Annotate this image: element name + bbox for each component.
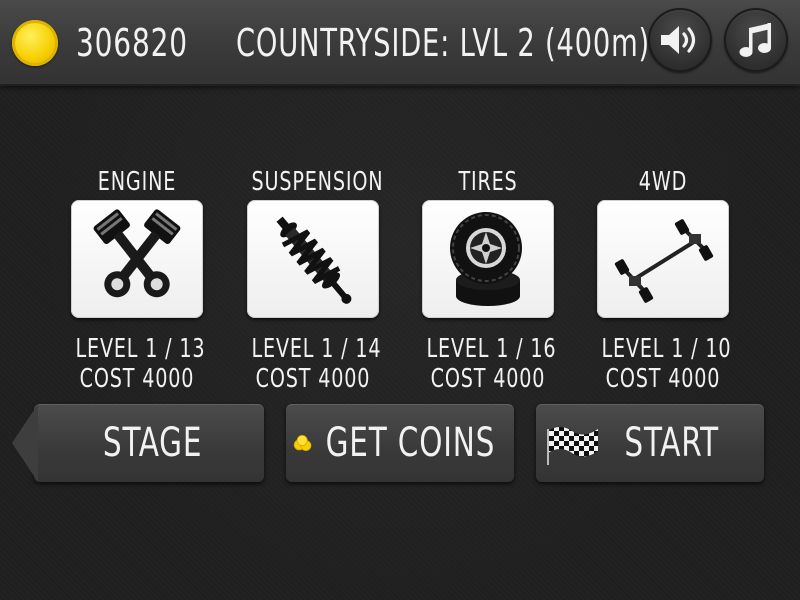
upgrade-cost: COST 4000 bbox=[605, 364, 721, 394]
coin-balance: 306820 bbox=[76, 21, 188, 65]
upgrade-4wd-card[interactable] bbox=[597, 200, 729, 318]
start-button-label: START bbox=[624, 420, 720, 466]
music-note-icon bbox=[739, 23, 771, 57]
coin-icon bbox=[12, 20, 58, 66]
stage-button[interactable]: STAGE bbox=[12, 404, 264, 482]
stage-button-label: STAGE bbox=[103, 420, 203, 466]
upgrade-level: LEVEL 1 / 14 bbox=[251, 334, 382, 364]
start-button[interactable]: START bbox=[536, 404, 764, 482]
engine-pistons-icon bbox=[93, 209, 181, 298]
upgrade-tires[interactable]: TIRES LEVEL 1 / 16 COST 4000 bbox=[413, 166, 563, 394]
back-arrow-icon bbox=[12, 404, 38, 482]
get-coins-button-label: GET COINS bbox=[325, 420, 496, 466]
sound-toggle-button[interactable] bbox=[648, 8, 712, 72]
suspension-spring-icon bbox=[276, 216, 352, 304]
upgrade-tires-card[interactable] bbox=[422, 200, 554, 318]
get-coins-button[interactable]: GET COINS bbox=[286, 404, 514, 482]
upgrade-name: SUSPENSION bbox=[251, 167, 384, 197]
4wd-axle-icon bbox=[614, 219, 714, 303]
upgrade-engine-card[interactable] bbox=[71, 200, 203, 318]
upgrade-name: TIRES bbox=[458, 167, 518, 197]
upgrade-cost: COST 4000 bbox=[430, 364, 546, 394]
upgrade-suspension[interactable]: SUSPENSION LEVEL 1 / 14 COST 4000 bbox=[238, 166, 388, 394]
upgrade-cost: COST 4000 bbox=[255, 364, 371, 394]
coin-stack-icon bbox=[293, 434, 312, 452]
music-toggle-button[interactable] bbox=[724, 8, 788, 72]
level-title: COUNTRYSIDE: LVL 2 (400m) bbox=[236, 21, 650, 65]
upgrade-engine[interactable]: ENGINE LEVEL 1 / 13 COST 4000 bbox=[62, 166, 212, 394]
checkered-flag-icon bbox=[547, 427, 598, 465]
upgrade-level: LEVEL 1 / 13 bbox=[75, 334, 206, 364]
top-bar: 306820 COUNTRYSIDE: LVL 2 (400m) bbox=[0, 0, 800, 86]
upgrade-name: 4WD bbox=[638, 167, 688, 197]
tires-icon bbox=[450, 212, 522, 306]
upgrade-cost: COST 4000 bbox=[79, 364, 195, 394]
upgrade-suspension-card[interactable] bbox=[247, 200, 379, 318]
upgrade-name: ENGINE bbox=[97, 167, 177, 197]
speaker-icon bbox=[661, 26, 696, 54]
upgrade-4wd[interactable]: 4WD LEVEL 1 / 10 COST 4000 bbox=[588, 166, 738, 394]
upgrade-level: LEVEL 1 / 16 bbox=[426, 334, 557, 364]
upgrade-level: LEVEL 1 / 10 bbox=[601, 334, 732, 364]
